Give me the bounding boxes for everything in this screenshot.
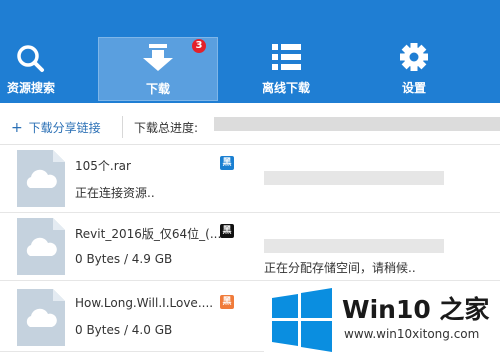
download-row[interactable]: 105个.rar 正在连接资源.. 黑 <box>0 145 500 213</box>
divider <box>122 116 123 138</box>
download-tab-button[interactable]: 3 下载 <box>98 37 218 101</box>
gear-icon <box>372 42 456 74</box>
share-link-label: 下载分享链接 <box>28 121 101 135</box>
windows-logo-icon <box>270 288 334 352</box>
file-name: 105个.rar <box>75 159 131 173</box>
offline-download-label: 离线下载 <box>261 81 310 95</box>
allocation-status-text: 正在分配存储空间，请稍候.. <box>264 261 416 275</box>
list-icon <box>238 42 334 74</box>
resource-search-label: 资源搜索 <box>6 81 55 95</box>
download-tab-label: 下载 <box>145 82 170 96</box>
app-window: 资源搜索 3 下载 离线下载 设置 + 下载分享链接 下载总进度: 105个.r… <box>0 0 500 360</box>
row-progress-bar <box>264 171 444 185</box>
settings-button[interactable]: 设置 <box>372 37 456 101</box>
win10-watermark: Win10 之家 www.win10xitong.com <box>264 282 500 360</box>
search-icon <box>0 42 62 74</box>
watermark-url: www.win10xitong.com <box>344 327 480 341</box>
file-name: How.Long.Will.I.Love.... <box>75 296 214 310</box>
resource-tag-badge: 黑 <box>220 156 234 170</box>
total-progress-bar <box>214 117 500 131</box>
plus-icon: + <box>11 120 23 136</box>
settings-label: 设置 <box>401 81 426 95</box>
file-name: Revit_2016版_仅64位_(... <box>75 227 222 241</box>
watermark-title: Win10 之家 <box>342 295 490 324</box>
download-count-badge: 3 <box>192 39 206 53</box>
resource-tag-badge: 黑 <box>220 224 234 238</box>
row-progress-bar <box>264 239 444 253</box>
download-row[interactable]: Revit_2016版_仅64位_(... 0 Bytes / 4.9 GB 黑… <box>0 213 500 281</box>
file-status: 正在连接资源.. <box>75 186 155 200</box>
total-progress-label: 下载总进度: <box>134 121 199 135</box>
resource-search-button[interactable]: 资源搜索 <box>0 37 62 101</box>
file-status: 0 Bytes / 4.0 GB <box>75 323 173 337</box>
file-cloud-icon <box>17 289 65 346</box>
offline-download-button[interactable]: 离线下载 <box>238 37 334 101</box>
download-share-link-button[interactable]: + 下载分享链接 <box>11 119 101 136</box>
main-toolbar: 资源搜索 3 下载 离线下载 设置 <box>0 0 500 103</box>
resource-tag-badge: 黑 <box>220 295 234 309</box>
file-cloud-icon <box>17 150 65 207</box>
file-status: 0 Bytes / 4.9 GB <box>75 252 173 266</box>
file-cloud-icon <box>17 218 65 275</box>
